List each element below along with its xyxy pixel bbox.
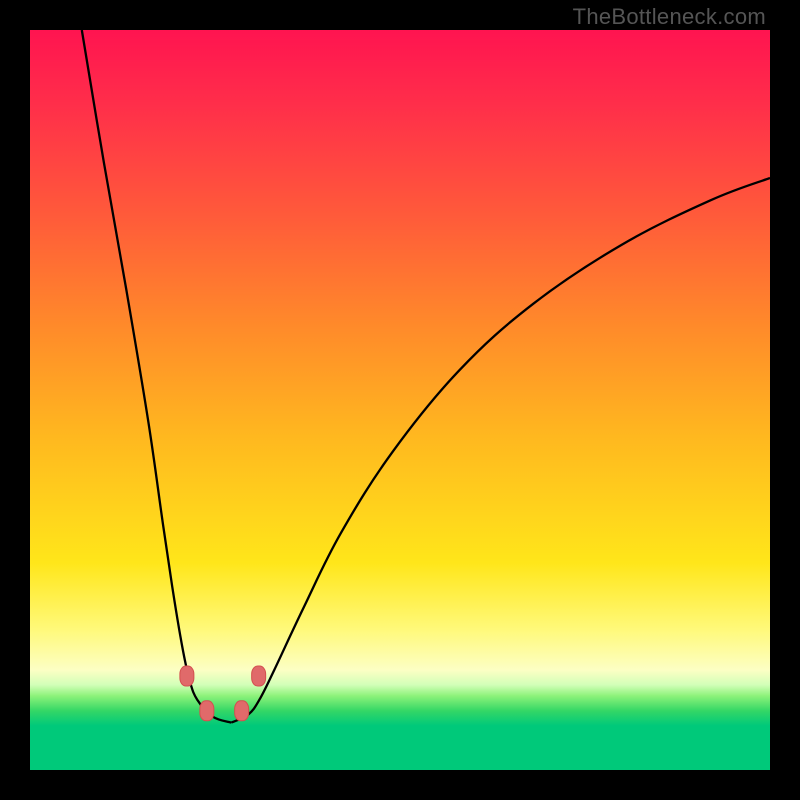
watermark-text: TheBottleneck.com bbox=[573, 4, 766, 30]
curve-marker bbox=[235, 701, 249, 721]
left-branch-curve bbox=[82, 30, 231, 723]
chart-frame: TheBottleneck.com bbox=[0, 0, 800, 800]
curve-marker bbox=[200, 701, 214, 721]
curve-layer bbox=[30, 30, 770, 770]
plot-area bbox=[30, 30, 770, 770]
curve-marker bbox=[252, 666, 266, 686]
right-branch-curve bbox=[231, 178, 770, 723]
curve-marker bbox=[180, 666, 194, 686]
